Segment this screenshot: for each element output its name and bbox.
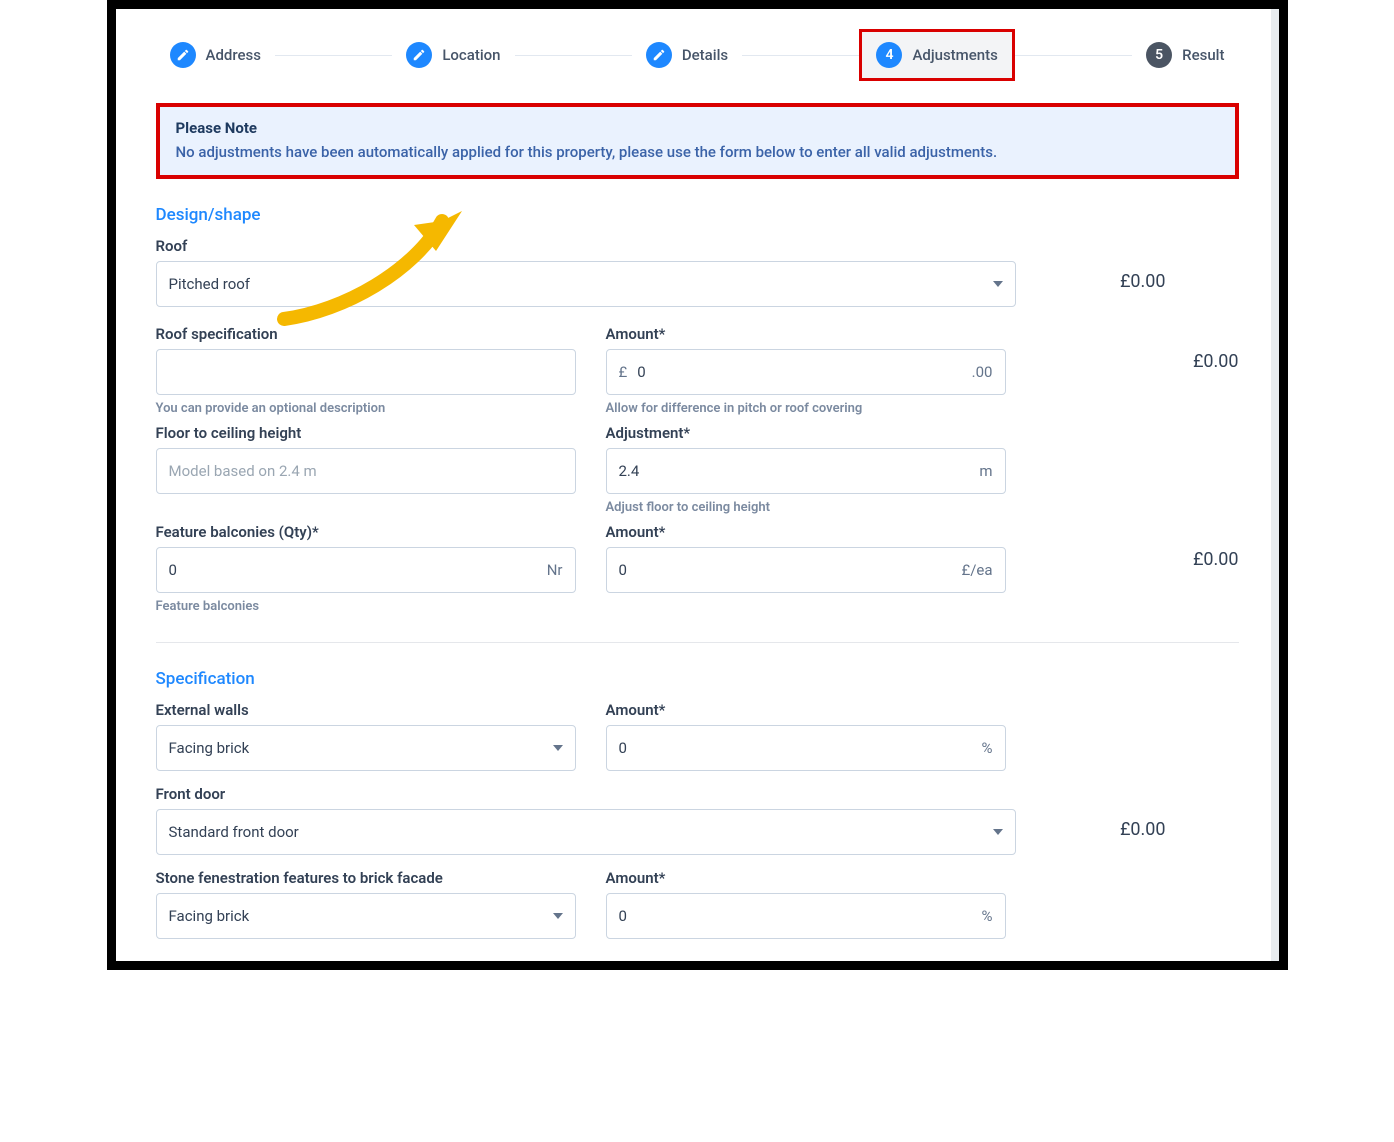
roof-spec-helper: You can provide an optional description — [156, 401, 576, 416]
section-divider — [156, 642, 1239, 643]
roof-select[interactable]: Pitched roof — [156, 261, 1016, 307]
pencil-icon — [170, 42, 196, 68]
external-walls-amount-input[interactable]: 0 % — [606, 725, 1006, 771]
decimal-suffix: .00 — [972, 363, 993, 381]
floor-ceiling-adj-input[interactable]: 2.4 m — [606, 448, 1006, 494]
step-divider — [275, 55, 392, 56]
roof-spec-price: £0.00 — [1036, 325, 1239, 372]
step-label: Result — [1182, 46, 1224, 64]
roof-spec-label: Roof specification — [156, 325, 576, 343]
balconies-helper: Feature balconies — [156, 599, 576, 614]
balconies-amount-label: Amount* — [606, 523, 1006, 541]
roof-spec-amount-input[interactable]: £ 0 .00 — [606, 349, 1006, 395]
step-label: Details — [682, 46, 728, 64]
section-design-shape-title: Design/shape — [156, 205, 1239, 225]
step-number-icon: 4 — [876, 42, 902, 68]
front-door-label: Front door — [156, 785, 1239, 803]
unit-suffix: m — [979, 462, 992, 480]
roof-label: Roof — [156, 237, 1239, 255]
floor-ceiling-adj-label: Adjustment* — [606, 424, 1006, 442]
pencil-icon — [406, 42, 432, 68]
chevron-down-icon — [993, 281, 1003, 287]
step-adjustments[interactable]: 4 Adjustments — [859, 29, 1014, 81]
step-divider — [515, 55, 632, 56]
unit-suffix: % — [982, 739, 993, 757]
chevron-down-icon — [553, 745, 563, 751]
section-specification-title: Specification — [156, 669, 1239, 689]
unit-suffix: % — [982, 907, 993, 925]
roof-spec-input[interactable] — [156, 349, 576, 395]
step-location[interactable]: Location — [392, 32, 514, 78]
step-result[interactable]: 5 Result — [1132, 32, 1238, 78]
external-walls-amount-label: Amount* — [606, 701, 1006, 719]
stone-fenestration-amount-input[interactable]: 0 % — [606, 893, 1006, 939]
currency-prefix: £ — [619, 363, 628, 381]
balconies-price: £0.00 — [1036, 523, 1239, 570]
step-number-icon: 5 — [1146, 42, 1172, 68]
balconies-label: Feature balconies (Qty)* — [156, 523, 576, 541]
stone-fenestration-amount-label: Amount* — [606, 869, 1006, 887]
notice-panel: Please Note No adjustments have been aut… — [156, 103, 1239, 179]
step-address[interactable]: Address — [156, 32, 276, 78]
scrollbar[interactable] — [1271, 9, 1279, 961]
step-divider — [742, 55, 859, 56]
notice-message: No adjustments have been automatically a… — [176, 143, 1219, 161]
unit-suffix: £/ea — [961, 561, 992, 579]
stone-fenestration-select[interactable]: Facing brick — [156, 893, 576, 939]
balconies-amount-input[interactable]: 0 £/ea — [606, 547, 1006, 593]
step-label: Location — [442, 46, 500, 64]
pencil-icon — [646, 42, 672, 68]
front-door-price: £0.00 — [1046, 809, 1166, 840]
step-details[interactable]: Details — [632, 32, 742, 78]
step-label: Adjustments — [912, 46, 997, 64]
step-divider — [1015, 55, 1132, 56]
floor-ceiling-label: Floor to ceiling height — [156, 424, 576, 442]
floor-ceiling-input[interactable]: Model based on 2.4 m — [156, 448, 576, 494]
chevron-down-icon — [993, 829, 1003, 835]
external-walls-select[interactable]: Facing brick — [156, 725, 576, 771]
roof-spec-amount-label: Amount* — [606, 325, 1006, 343]
roof-price: £0.00 — [1046, 261, 1166, 292]
stone-fenestration-label: Stone fenestration features to brick fac… — [156, 869, 576, 887]
notice-title: Please Note — [176, 119, 1219, 137]
balconies-qty-input[interactable]: 0 Nr — [156, 547, 576, 593]
step-label: Address — [206, 46, 262, 64]
wizard-stepper: Address Location Details 4 Adjustments 5… — [156, 27, 1239, 83]
front-door-select[interactable]: Standard front door — [156, 809, 1016, 855]
chevron-down-icon — [553, 913, 563, 919]
floor-ceiling-adj-helper: Adjust floor to ceiling height — [606, 500, 1006, 515]
external-walls-label: External walls — [156, 701, 576, 719]
unit-suffix: Nr — [547, 561, 563, 579]
roof-select-value: Pitched roof — [169, 275, 993, 293]
roof-spec-amount-helper: Allow for difference in pitch or roof co… — [606, 401, 1006, 416]
